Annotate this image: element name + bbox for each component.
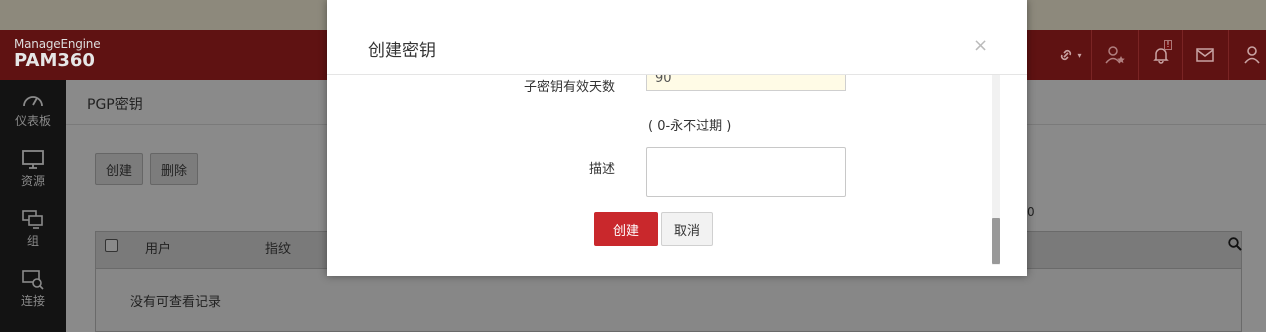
bell-alert-icon[interactable]: !: [1138, 30, 1184, 80]
dialog-header: 创建密钥 ×: [327, 0, 1027, 75]
monitor-icon: [22, 150, 44, 169]
dashboard-icon: [23, 96, 43, 107]
empty-message: 没有可查看记录: [130, 295, 222, 310]
select-all-checkbox[interactable]: [105, 239, 118, 252]
header-divider: [1228, 30, 1229, 80]
create-key-button[interactable]: 创建: [95, 153, 144, 185]
dialog-body: 子密钥有效天数 90 ( 0-永不过期 ) 描述 创建 取消: [327, 75, 997, 275]
column-user[interactable]: 用户: [145, 238, 171, 257]
page-count: 0: [1027, 205, 1035, 219]
mail-icon[interactable]: [1182, 30, 1228, 80]
page-title: PGP密钥: [87, 97, 143, 113]
table-body: [95, 269, 1242, 332]
sidebar-item-connections[interactable]: 连接: [0, 260, 66, 316]
app-logo[interactable]: ManageEngine PAM360: [14, 37, 101, 71]
subkey-validity-label: 子密钥有效天数: [523, 80, 615, 95]
delete-key-button[interactable]: 删除: [150, 153, 199, 185]
product-name: PAM360: [14, 50, 95, 71]
sidebar-item-dashboard[interactable]: 仪表板: [0, 80, 66, 136]
subkey-validity-input[interactable]: 90: [646, 75, 846, 91]
create-button[interactable]: 创建: [594, 212, 658, 246]
brand-name: ManageEngine: [14, 37, 101, 51]
close-icon[interactable]: ×: [973, 36, 988, 56]
sidebar-item-label: 组: [26, 234, 39, 248]
user-icon[interactable]: [1230, 30, 1266, 80]
subkey-validity-hint: ( 0-永不过期 ): [648, 119, 732, 134]
connection-icon: [22, 270, 44, 290]
sidebar-item-label: 连接: [20, 294, 45, 308]
sidebar-item-groups[interactable]: 组: [0, 200, 66, 256]
sidebar-item-label: 仪表板: [14, 114, 51, 128]
column-fingerprint[interactable]: 指纹: [265, 238, 291, 257]
sidebar-item-label: 资源: [20, 174, 45, 188]
create-key-dialog: 创建密钥 × 子密钥有效天数 90 ( 0-永不过期 ) 描述 创建 取消: [327, 0, 1027, 276]
description-field[interactable]: [646, 147, 846, 197]
sidebar-item-resources[interactable]: 资源: [0, 140, 66, 196]
group-icon: [22, 210, 43, 229]
user-star-icon[interactable]: [1092, 30, 1138, 80]
link-icon[interactable]: ▾: [1046, 30, 1092, 80]
description-label: 描述: [588, 162, 615, 177]
dialog-title: 创建密钥: [368, 41, 436, 61]
left-sidebar: 仪表板 资源 组 连接: [0, 80, 66, 332]
search-icon[interactable]: [1228, 237, 1242, 255]
alert-badge: !: [1164, 40, 1172, 50]
cancel-button[interactable]: 取消: [661, 212, 713, 246]
dialog-scrollbar-thumb[interactable]: [992, 218, 1000, 264]
